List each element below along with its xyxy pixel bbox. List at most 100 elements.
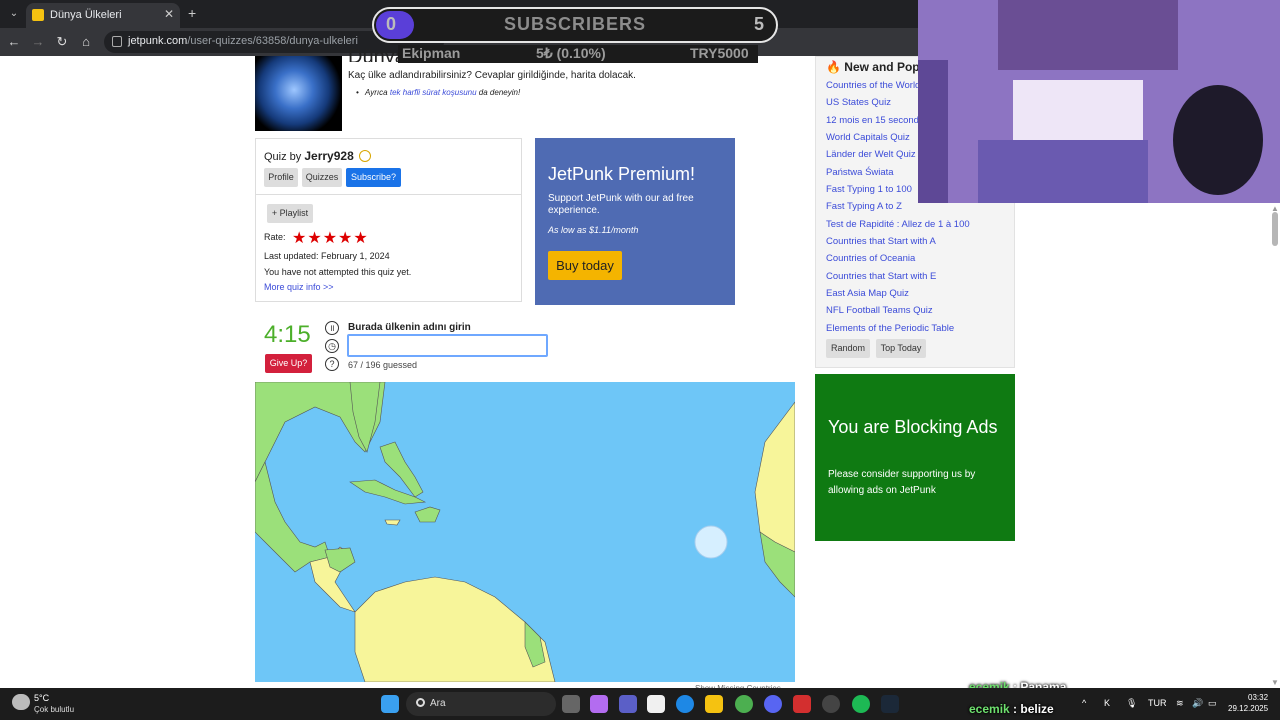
volume-icon[interactable]: 🔊 bbox=[1192, 698, 1203, 709]
help-icon[interactable]: ? bbox=[325, 357, 339, 371]
task-view-icon[interactable] bbox=[562, 695, 580, 713]
obs-icon[interactable] bbox=[822, 695, 840, 713]
answer-input[interactable] bbox=[347, 334, 548, 357]
quiz-author[interactable]: Jerry928 bbox=[304, 149, 353, 163]
tab-search-chevron-icon[interactable]: ⌄ bbox=[6, 6, 22, 22]
url-text: jetpunk.com/user-quizzes/63858/dunya-ulk… bbox=[128, 35, 358, 47]
donation-ticker: Ekipman 5₺ (0.10%) TRY5000 bbox=[398, 45, 758, 63]
sidebar-item[interactable]: East Asia Map Quiz bbox=[826, 288, 909, 299]
taskbar-search[interactable]: Ara bbox=[406, 692, 556, 716]
sidebar-item[interactable]: Państwa Świata bbox=[826, 167, 894, 178]
home-icon[interactable]: ⌂ bbox=[78, 34, 94, 49]
sidebar-item[interactable]: Länder der Welt Quiz bbox=[826, 149, 916, 160]
subscriber-goal: 5 bbox=[753, 14, 764, 34]
alt-quiz-link[interactable]: tek harfli sürat koşusunu bbox=[390, 88, 477, 97]
chat-text: belize bbox=[1020, 702, 1054, 716]
start-icon[interactable] bbox=[381, 695, 399, 713]
system-clock[interactable]: 03:32 29.12.2025 bbox=[1228, 692, 1268, 714]
app-icon[interactable] bbox=[793, 695, 811, 713]
top-today-button[interactable]: Top Today bbox=[876, 339, 926, 358]
premium-ad: JetPunk Premium! Support JetPunk with ou… bbox=[535, 138, 735, 305]
profile-button[interactable]: Profile bbox=[264, 168, 298, 187]
keyboard-language[interactable]: TUR bbox=[1148, 698, 1167, 708]
star-icon[interactable]: ★ bbox=[292, 230, 306, 247]
sidebar-item[interactable]: Test de Rapidité : Allez de 1 à 100 bbox=[826, 219, 970, 230]
reload-icon[interactable]: ↻ bbox=[54, 34, 70, 50]
wifi-icon[interactable]: ≋ bbox=[1176, 698, 1184, 709]
ad-block-notice: You are Blocking Ads Please consider sup… bbox=[815, 374, 1015, 541]
steam-icon[interactable] bbox=[881, 695, 899, 713]
store-icon[interactable] bbox=[647, 695, 665, 713]
chrome-icon[interactable] bbox=[735, 695, 753, 713]
sidebar-item[interactable]: Countries of Oceania bbox=[826, 253, 915, 264]
scroll-down-icon[interactable]: ▼ bbox=[1271, 678, 1279, 687]
weather-temperature[interactable]: 5°C bbox=[34, 693, 49, 703]
weather-description[interactable]: Çok bulutlu bbox=[34, 705, 74, 714]
blocking-title: You are Blocking Ads bbox=[828, 417, 998, 437]
map-land-hispaniola bbox=[414, 506, 441, 523]
sidebar-item[interactable]: 12 mois en 15 secondes bbox=[826, 115, 929, 126]
map-svg bbox=[255, 382, 795, 682]
clock-time: 03:32 bbox=[1248, 693, 1269, 702]
jetpunk-favicon-icon bbox=[32, 9, 44, 21]
tray-chevron-icon[interactable]: ^ bbox=[1082, 698, 1086, 708]
star-icon[interactable]: ★ bbox=[353, 230, 367, 247]
site-info-icon[interactable] bbox=[112, 36, 122, 47]
last-updated: Last updated: February 1, 2024 bbox=[264, 251, 390, 261]
battery-icon[interactable]: ▭ bbox=[1208, 698, 1217, 709]
more-quiz-info-link[interactable]: More quiz info >> bbox=[264, 282, 334, 292]
guessed-count: 67 / 196 guessed bbox=[348, 360, 418, 370]
subscribe-button[interactable]: Subscribe? bbox=[346, 168, 401, 187]
clock-icon[interactable]: ◷ bbox=[325, 339, 339, 353]
star-icon[interactable]: ★ bbox=[338, 230, 352, 247]
star-icon[interactable]: ★ bbox=[307, 230, 321, 247]
scrollbar-thumb[interactable] bbox=[1272, 212, 1278, 246]
donor-goal: TRY5000 bbox=[690, 45, 749, 61]
rate-label: Rate: bbox=[264, 232, 286, 242]
tray-app-icon[interactable]: K bbox=[1104, 698, 1110, 708]
attempt-note: You have not attempted this quiz yet. bbox=[264, 267, 412, 277]
add-playlist-button[interactable]: + Playlist bbox=[267, 204, 313, 223]
back-icon[interactable]: ← bbox=[6, 34, 22, 49]
tab-close-icon[interactable]: ✕ bbox=[164, 7, 174, 21]
rating-stars[interactable]: ★★★★★ bbox=[292, 228, 369, 248]
flame-icon: 🔥 bbox=[826, 60, 841, 74]
sidebar-item[interactable]: Fast Typing 1 to 100 bbox=[826, 184, 912, 195]
teams-icon[interactable] bbox=[619, 695, 637, 713]
sidebar-item[interactable]: Countries that Start with A bbox=[826, 236, 936, 247]
random-button[interactable]: Random bbox=[826, 339, 870, 358]
search-label: Ara bbox=[430, 698, 446, 709]
sidebar-item[interactable]: Countries of the World bbox=[826, 80, 920, 91]
browser-tab[interactable]: Dünya Ülkeleri ✕ bbox=[26, 3, 180, 28]
buy-today-button[interactable]: Buy today bbox=[548, 251, 622, 280]
copilot-icon[interactable] bbox=[590, 695, 608, 713]
sidebar-item[interactable]: US States Quiz bbox=[826, 97, 891, 108]
new-tab-icon[interactable]: + bbox=[188, 5, 196, 21]
weather-cloud-icon[interactable] bbox=[12, 694, 30, 710]
donor-name: Ekipman bbox=[402, 45, 461, 61]
give-up-button[interactable]: Give Up? bbox=[265, 354, 312, 373]
sidebar-item[interactable]: Fast Typing A to Z bbox=[826, 201, 902, 212]
sidebar-item[interactable]: World Capitals Quiz bbox=[826, 132, 910, 143]
pause-icon[interactable]: ॥ bbox=[325, 321, 339, 335]
edge-icon[interactable] bbox=[676, 695, 694, 713]
forward-icon[interactable]: → bbox=[30, 34, 46, 49]
earth-image bbox=[255, 56, 342, 131]
quiz-map[interactable] bbox=[255, 382, 795, 682]
quizzes-button[interactable]: Quizzes bbox=[302, 168, 342, 187]
sidebar-item[interactable]: Countries that Start with E bbox=[826, 271, 936, 282]
alt-prefix: Ayrıca bbox=[365, 88, 388, 97]
file-explorer-icon[interactable] bbox=[705, 695, 723, 713]
discord-icon[interactable] bbox=[764, 695, 782, 713]
spotify-icon[interactable] bbox=[852, 695, 870, 713]
chat-message: ecemik : belize bbox=[969, 702, 1054, 716]
clock-date: 29.12.2025 bbox=[1228, 704, 1269, 713]
star-icon[interactable]: ★ bbox=[323, 230, 337, 247]
sidebar-item[interactable]: NFL Football Teams Quiz bbox=[826, 305, 933, 316]
donor-amount: 5₺ (0.10%) bbox=[536, 45, 606, 61]
microphone-icon[interactable]: 🎙 bbox=[1126, 698, 1137, 709]
search-icon bbox=[416, 698, 425, 707]
sidebar-item[interactable]: Elements of the Periodic Table bbox=[826, 323, 954, 334]
tab-title: Dünya Ülkeleri bbox=[50, 9, 122, 21]
subscriber-goal-bar: 0 SUBSCRIBERS 5 bbox=[372, 7, 778, 43]
